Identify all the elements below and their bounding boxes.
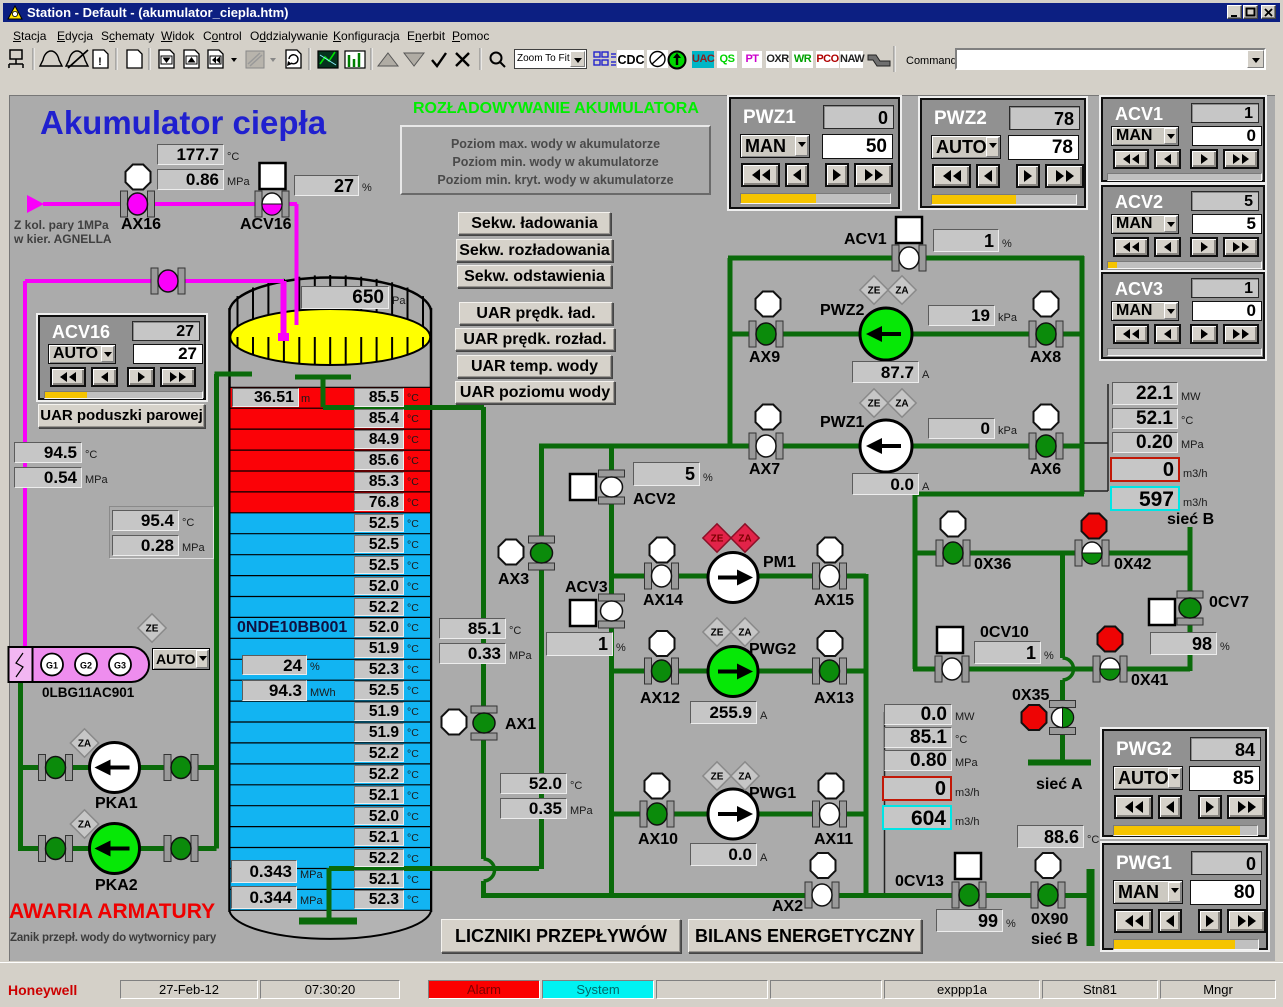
svg-text:G1: G1 <box>46 661 58 671</box>
svg-text:ZE: ZE <box>146 624 159 635</box>
svg-text:ZE: ZE <box>711 628 724 639</box>
svg-text:ZE: ZE <box>868 286 881 297</box>
svg-text:ZE: ZE <box>711 772 724 783</box>
svg-text:ZA: ZA <box>738 628 751 639</box>
svg-text:ZE: ZE <box>711 534 724 545</box>
svg-text:ZA: ZA <box>78 739 91 750</box>
svg-text:ZA: ZA <box>895 399 908 410</box>
svg-text:G3: G3 <box>114 661 126 671</box>
svg-text:ZA: ZA <box>738 772 751 783</box>
svg-text:ZA: ZA <box>78 820 91 831</box>
svg-text:ZA: ZA <box>738 534 751 545</box>
svg-text:ZA: ZA <box>895 286 908 297</box>
svg-text:G2: G2 <box>80 661 92 671</box>
svg-text:ZE: ZE <box>868 399 881 410</box>
